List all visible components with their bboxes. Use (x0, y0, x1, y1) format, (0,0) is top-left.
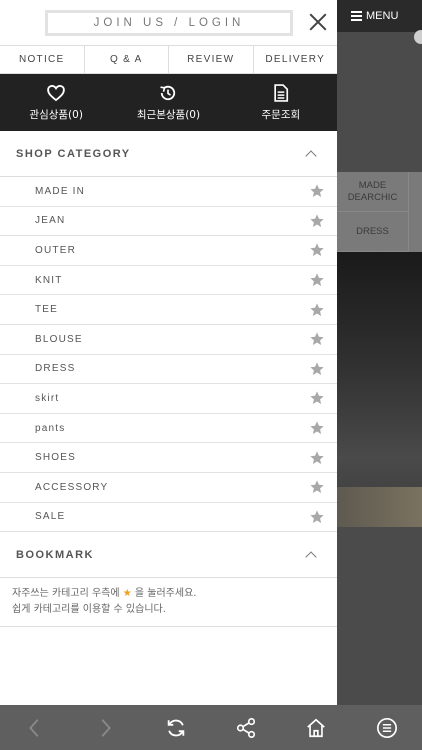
tab-notice[interactable]: NOTICE (0, 46, 85, 73)
bookmark-note-line: 자주쓰는 카테고리 우측에 ★ 을 눌러주세요. (12, 586, 325, 602)
menu-circle-icon (376, 717, 397, 738)
shop-category-header[interactable]: SHOP CATEGORY (0, 131, 337, 177)
category-label: OUTER (35, 244, 76, 256)
section-title: SHOP CATEGORY (16, 147, 131, 160)
order-lookup-label: 주문조회 (261, 109, 301, 121)
category-label: TEE (35, 304, 59, 316)
category-item[interactable]: ACCESSORY (0, 473, 337, 503)
background-category-band: MADE DEARCHIC DRESS (337, 172, 422, 252)
menu-circle-button[interactable] (369, 710, 405, 746)
star-icon[interactable] (309, 331, 325, 347)
category-label: DRESS (35, 363, 76, 375)
chevron-up-icon[interactable] (305, 149, 317, 162)
drawer-tabs: NOTICE Q & A REVIEW DELIVERY (0, 46, 337, 74)
document-icon (274, 84, 288, 102)
chevron-left-icon (29, 718, 39, 737)
star-icon[interactable] (309, 213, 325, 229)
scroll-dot (414, 30, 422, 44)
star-icon[interactable] (309, 420, 325, 436)
background-page: MENU MADE DEARCHIC DRESS (337, 0, 422, 705)
quick-links-bar: 관심상품(0) 최근본상품(0) 주문조회 (0, 74, 337, 131)
side-drawer: JOIN US / LOGIN NOTICE Q & A REVIEW DELI… (0, 0, 337, 705)
category-item[interactable]: pants (0, 414, 337, 444)
join-login-button[interactable]: JOIN US / LOGIN (45, 10, 293, 36)
bookmark-note-text: 자주쓰는 카테고리 우측에 (12, 588, 120, 600)
share-icon (237, 717, 256, 738)
category-item[interactable]: skirt (0, 384, 337, 414)
wishlist-link[interactable]: 관심상품(0) (0, 74, 112, 131)
star-icon[interactable] (309, 242, 325, 258)
chevron-right-icon (102, 718, 112, 737)
chevron-up-icon[interactable] (305, 550, 317, 563)
category-item[interactable]: SALE (0, 503, 337, 533)
tab-delivery[interactable]: DELIVERY (254, 46, 338, 73)
category-label: SALE (35, 511, 66, 523)
background-cell[interactable]: MADE DEARCHIC (337, 172, 409, 212)
close-icon[interactable] (307, 11, 329, 33)
browser-toolbar (0, 705, 422, 750)
section-title: BOOKMARK (16, 548, 94, 561)
tab-review[interactable]: REVIEW (169, 46, 254, 73)
category-item[interactable]: SHOES (0, 443, 337, 473)
menu-label: MENU (366, 10, 399, 22)
category-item[interactable]: TEE (0, 295, 337, 325)
star-icon[interactable] (309, 450, 325, 466)
refresh-icon (167, 719, 185, 736)
bookmark-header[interactable]: BOOKMARK (0, 532, 337, 579)
refresh-button[interactable] (158, 710, 194, 746)
home-button[interactable] (298, 710, 334, 746)
recent-items-link[interactable]: 최근본상품(0) (112, 74, 224, 131)
star-icon[interactable] (309, 302, 325, 318)
bookmark-note-line: 쉽게 카테고리를 이용할 수 있습니다. (12, 604, 166, 616)
star-icon[interactable] (309, 390, 325, 406)
category-label: JEAN (35, 215, 66, 227)
category-list: MADE IN JEAN OUTER KNIT TEE BLOUSE DRESS… (0, 177, 337, 533)
category-label: SHOES (35, 452, 77, 464)
category-label: ACCESSORY (35, 481, 109, 493)
share-button[interactable] (228, 710, 264, 746)
category-label: pants (35, 422, 66, 434)
category-item[interactable]: KNIT (0, 266, 337, 296)
bookmark-note-text: 을 눌러주세요. (134, 588, 197, 600)
back-button[interactable] (17, 710, 53, 746)
background-cell[interactable]: DRESS (337, 212, 409, 252)
category-label: MADE IN (35, 185, 86, 197)
order-lookup-link[interactable]: 주문조회 (225, 74, 337, 131)
category-label: BLOUSE (35, 333, 83, 345)
tab-qna[interactable]: Q & A (85, 46, 169, 73)
star-icon[interactable] (309, 509, 325, 525)
background-photo (337, 252, 422, 527)
hamburger-icon (351, 9, 362, 23)
star-icon: ★ (122, 588, 132, 600)
category-label: KNIT (35, 274, 63, 286)
category-item[interactable]: MADE IN (0, 177, 337, 207)
menu-button[interactable]: MENU (337, 0, 422, 32)
star-icon[interactable] (309, 361, 325, 377)
category-item[interactable]: JEAN (0, 207, 337, 237)
category-label: skirt (35, 392, 60, 404)
heart-icon (47, 84, 65, 102)
forward-button[interactable] (87, 710, 123, 746)
star-icon[interactable] (309, 183, 325, 199)
history-icon (160, 85, 176, 101)
bookmark-note: 자주쓰는 카테고리 우측에 ★ 을 눌러주세요. 쉽게 카테고리를 이용할 수 … (0, 578, 337, 628)
category-item[interactable]: OUTER (0, 236, 337, 266)
recent-items-label: 최근본상품(0) (136, 109, 201, 121)
star-icon[interactable] (309, 272, 325, 288)
category-item[interactable]: BLOUSE (0, 325, 337, 355)
wishlist-label: 관심상품(0) (29, 109, 83, 121)
drawer-topbar: JOIN US / LOGIN (0, 0, 337, 46)
home-icon (307, 718, 326, 737)
category-item[interactable]: DRESS (0, 355, 337, 385)
star-icon[interactable] (309, 479, 325, 495)
